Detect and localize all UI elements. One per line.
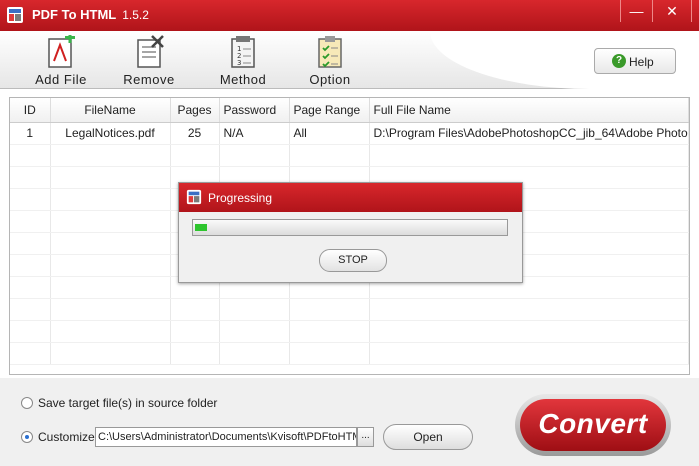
progress-bar-fill <box>195 224 207 231</box>
cell-pages: 25 <box>170 122 220 145</box>
source-folder-label[interactable]: Save target file(s) in source folder <box>38 396 217 410</box>
minimize-button[interactable]: — <box>620 0 652 22</box>
add-file-label: Add File <box>35 72 87 87</box>
svg-text:3: 3 <box>237 59 241 67</box>
progress-dialog-title: Progressing <box>208 191 273 205</box>
progress-dialog: Progressing STOP <box>178 182 523 283</box>
app-version: 1.5.2 <box>122 8 149 22</box>
browse-button[interactable]: ... <box>357 427 374 447</box>
source-folder-radio[interactable] <box>21 397 33 409</box>
app-icon <box>7 7 23 23</box>
cell-filename: LegalNotices.pdf <box>50 122 171 145</box>
empty-row <box>10 144 689 167</box>
app-icon <box>186 189 202 205</box>
add-file-button[interactable]: Add File <box>26 35 96 87</box>
cell-password: N/A <box>219 122 290 145</box>
title-bar: PDF To HTML 1.5.2 — ✕ <box>0 0 699 31</box>
cell-full-file-name: D:\Program Files\AdobePhotoshopCC_jib_64… <box>369 122 689 145</box>
option-icon <box>318 36 342 68</box>
close-button[interactable]: ✕ <box>652 0 692 22</box>
progress-bar <box>192 219 508 236</box>
column-header-pages[interactable]: Pages <box>170 98 220 123</box>
remove-label: Remove <box>123 72 175 87</box>
customize-label[interactable]: Customize <box>38 430 95 444</box>
open-button[interactable]: Open <box>383 424 473 450</box>
column-header-full-file-name[interactable]: Full File Name <box>369 98 689 123</box>
convert-label: Convert <box>520 399 666 451</box>
add-file-icon <box>48 35 75 68</box>
method-label: Method <box>219 72 267 87</box>
table-header-row: ID FileName Pages Password Page Range Fu… <box>10 98 689 123</box>
customize-radio[interactable] <box>21 431 33 443</box>
cell-id: 1 <box>10 122 51 145</box>
help-label: Help <box>629 55 654 69</box>
help-icon: ? <box>612 54 626 68</box>
method-button[interactable]: 1 2 3 Method <box>208 35 278 87</box>
column-header-password[interactable]: Password <box>219 98 290 123</box>
empty-row <box>10 298 689 321</box>
empty-row <box>10 342 689 365</box>
convert-button[interactable]: Convert <box>515 394 671 456</box>
column-header-filename[interactable]: FileName <box>50 98 171 123</box>
cell-page-range: All <box>289 122 370 145</box>
remove-icon <box>137 35 164 68</box>
output-settings-panel: Save target file(s) in source folder Cus… <box>0 378 699 466</box>
help-button[interactable]: ? Help <box>594 48 676 74</box>
progress-dialog-header: Progressing <box>179 183 522 212</box>
column-header-page-range[interactable]: Page Range <box>289 98 370 123</box>
option-button[interactable]: Option <box>295 35 365 87</box>
option-label: Option <box>309 72 351 87</box>
window-title: PDF To HTML 1.5.2 <box>32 7 149 22</box>
column-header-id[interactable]: ID <box>10 98 51 123</box>
output-path-input[interactable]: C:\Users\Administrator\Documents\Kvisoft… <box>95 427 357 447</box>
table-row[interactable]: 1 LegalNotices.pdf 25 N/A All D:\Program… <box>10 122 689 145</box>
stop-button[interactable]: STOP <box>319 249 387 272</box>
method-icon: 1 2 3 <box>231 36 255 68</box>
remove-button[interactable]: Remove <box>114 35 184 87</box>
empty-row <box>10 320 689 343</box>
